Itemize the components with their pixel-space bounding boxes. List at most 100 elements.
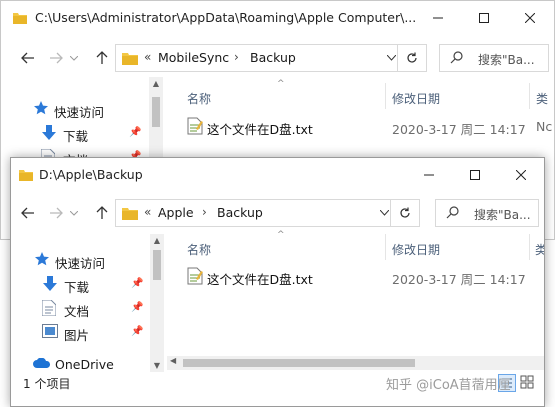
- scrollbar-thumb[interactable]: [152, 97, 160, 127]
- close-icon: [516, 170, 526, 180]
- address-segment[interactable]: Apple: [158, 205, 194, 220]
- file-name: 这个文件在D盘.txt: [207, 122, 313, 137]
- window-title: C:\Users\Administrator\AppData\Roaming\A…: [35, 10, 417, 25]
- nav-item-downloads[interactable]: 下载 📌: [11, 274, 161, 296]
- column-header-date[interactable]: 修改日期: [392, 241, 440, 258]
- pin-icon[interactable]: 📌: [129, 127, 141, 138]
- close-button[interactable]: [507, 1, 553, 35]
- nav-item-quick-access[interactable]: 快速访问: [1, 99, 151, 121]
- window-title: D:\Apple\Backup: [39, 167, 143, 182]
- close-button[interactable]: [498, 158, 544, 192]
- folder-icon: [19, 170, 33, 181]
- title-bar[interactable]: C:\Users\Administrator\AppData\Roaming\A…: [1, 1, 554, 35]
- file-date: 2020-3-17 周二 14:17: [392, 272, 526, 287]
- chevron-down-icon[interactable]: [380, 210, 389, 216]
- large-icons-view-button[interactable]: [519, 374, 537, 392]
- scrollbar-thumb[interactable]: [183, 359, 415, 367]
- file-date: 2020-3-17 周二 14:17: [392, 122, 526, 137]
- up-arrow-icon: [96, 206, 108, 219]
- maximize-button[interactable]: [461, 1, 507, 35]
- column-header-name[interactable]: 名称: [187, 241, 211, 258]
- star-icon: [35, 252, 49, 266]
- nav-item-onedrive[interactable]: OneDrive: [11, 354, 161, 376]
- recent-locations-button[interactable]: [67, 47, 81, 69]
- maximize-icon: [470, 170, 480, 180]
- nav-pane-scrollbar[interactable]: ▲ ▼: [150, 234, 164, 372]
- download-arrow-icon: [43, 276, 57, 291]
- pin-icon[interactable]: 📌: [131, 326, 143, 337]
- scrollbar-thumb[interactable]: [153, 250, 161, 280]
- star-icon: [34, 101, 48, 115]
- watermark: 知乎 @iCoA苜蓿用厘: [386, 378, 511, 393]
- scroll-down-icon[interactable]: ▼: [150, 361, 164, 370]
- forward-button[interactable]: [45, 202, 67, 224]
- back-arrow-icon: [21, 52, 34, 64]
- back-button[interactable]: [17, 47, 39, 69]
- pin-icon[interactable]: 📌: [131, 302, 143, 313]
- address-segment[interactable]: Backup: [250, 50, 296, 65]
- maximize-button[interactable]: [452, 158, 498, 192]
- search-box[interactable]: 搜索"Ba...: [435, 199, 539, 227]
- file-type: Nc: [536, 119, 553, 134]
- file-row[interactable]: 这个文件在D盘.txt 2020-3-17 周二 14:17: [181, 266, 541, 288]
- title-bar[interactable]: D:\Apple\Backup: [11, 158, 544, 192]
- minimize-button[interactable]: [415, 1, 461, 35]
- search-box[interactable]: 搜索"Ba...: [439, 44, 549, 72]
- sort-indicator-icon: ^: [277, 230, 285, 240]
- pin-icon[interactable]: 📌: [131, 278, 143, 289]
- column-header-type[interactable]: 类: [535, 241, 544, 258]
- picture-icon: [42, 324, 58, 338]
- file-row[interactable]: 这个文件在D盘.txt 2020-3-17 周二 14:17 Nc: [181, 116, 554, 138]
- up-button[interactable]: [91, 47, 113, 69]
- scroll-up-icon[interactable]: ▲: [149, 79, 163, 88]
- nav-item-pictures[interactable]: 图片 📌: [11, 322, 161, 344]
- folder-icon: [122, 208, 138, 220]
- address-bar[interactable]: « MobileSync › Backup: [115, 44, 427, 72]
- scroll-up-icon[interactable]: ▲: [150, 236, 164, 245]
- column-divider[interactable]: [385, 234, 386, 260]
- recent-dropdown-icon: [70, 55, 78, 61]
- nav-item-documents[interactable]: 文档 📌: [11, 298, 161, 320]
- address-overflow[interactable]: «: [144, 50, 151, 64]
- scroll-left-icon[interactable]: ◀: [170, 356, 176, 365]
- refresh-button[interactable]: [397, 45, 426, 71]
- up-button[interactable]: [91, 202, 113, 224]
- folder-icon: [122, 53, 138, 65]
- text-file-icon: [187, 117, 203, 135]
- column-header-type[interactable]: 类: [536, 90, 548, 107]
- download-arrow-icon: [42, 125, 56, 140]
- folder-icon: [13, 13, 27, 24]
- column-divider[interactable]: [529, 234, 530, 260]
- chevron-right-icon[interactable]: ›: [202, 205, 207, 219]
- column-header-name[interactable]: 名称: [187, 90, 211, 107]
- file-list-hscrollbar[interactable]: ◀: [167, 356, 544, 370]
- nav-item-quick-access[interactable]: 快速访问: [11, 250, 161, 272]
- document-icon: [42, 300, 56, 316]
- search-placeholder[interactable]: 搜索"Ba...: [478, 51, 535, 68]
- forward-arrow-icon: [50, 52, 63, 64]
- address-overflow[interactable]: «: [144, 205, 151, 219]
- address-bar[interactable]: « Apple › Backup: [115, 199, 420, 227]
- column-header-date[interactable]: 修改日期: [392, 90, 440, 107]
- nav-item-downloads[interactable]: 下载 📌: [1, 123, 151, 145]
- refresh-button[interactable]: [390, 200, 419, 226]
- back-button[interactable]: [17, 202, 39, 224]
- minimize-icon: [424, 174, 434, 176]
- explorer-window-front[interactable]: D:\Apple\Backup « Apple › Backup 搜索"Ba..…: [10, 157, 545, 407]
- column-divider[interactable]: [529, 83, 530, 109]
- status-item-count: 1 个项目: [23, 377, 71, 391]
- recent-locations-button[interactable]: [67, 202, 81, 224]
- address-segment[interactable]: MobileSync: [158, 50, 229, 65]
- address-segment[interactable]: Backup: [217, 205, 263, 220]
- forward-button[interactable]: [45, 47, 67, 69]
- chevron-right-icon[interactable]: ›: [234, 50, 239, 64]
- chevron-down-icon[interactable]: [387, 55, 396, 61]
- back-arrow-icon: [21, 207, 34, 219]
- search-placeholder[interactable]: 搜索"Ba...: [474, 206, 531, 223]
- navigation-bar: « MobileSync › Backup 搜索"Ba...: [1, 39, 554, 75]
- minimize-button[interactable]: [406, 158, 452, 192]
- maximize-icon: [479, 13, 489, 23]
- minimize-icon: [433, 17, 443, 19]
- navigation-bar: « Apple › Backup 搜索"Ba...: [11, 194, 544, 230]
- column-divider[interactable]: [385, 83, 386, 109]
